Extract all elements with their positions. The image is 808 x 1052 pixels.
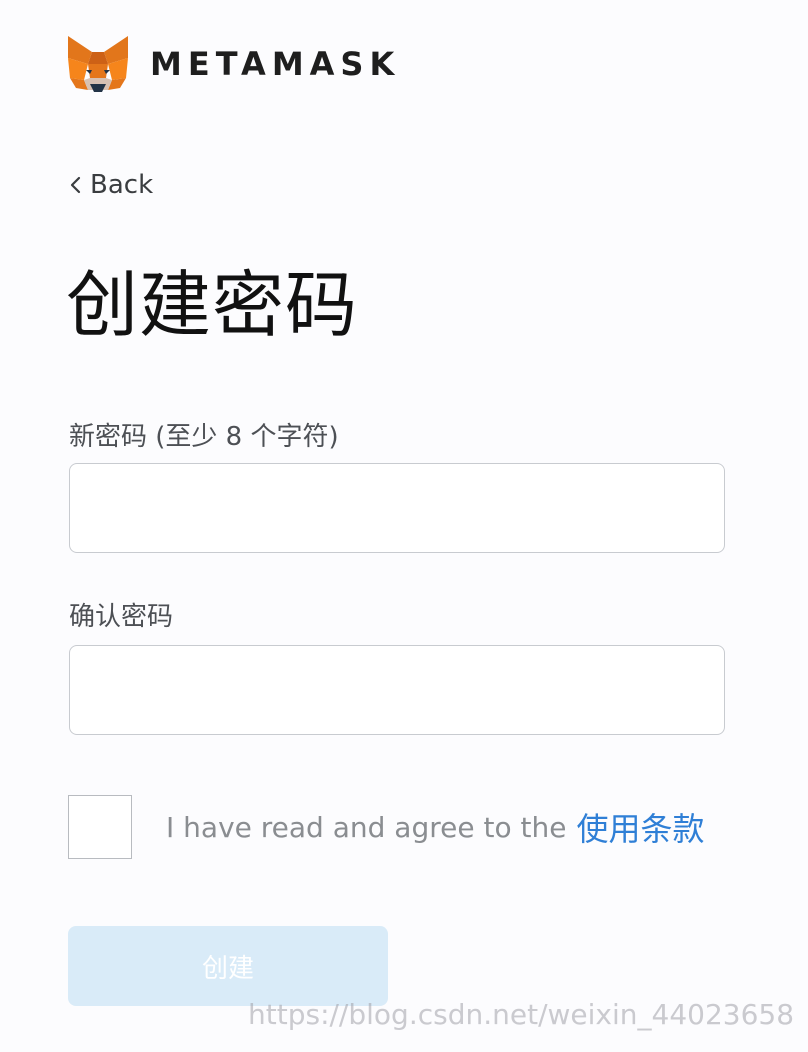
new-password-input[interactable] <box>69 463 725 553</box>
metamask-fox-icon <box>68 36 128 92</box>
terms-checkbox[interactable] <box>68 795 132 859</box>
chevron-left-icon <box>70 176 81 194</box>
terms-of-use-link[interactable]: 使用条款 <box>576 804 704 850</box>
terms-text: I have read and agree to the <box>166 810 567 844</box>
watermark: https://blog.csdn.net/weixin_44023658 <box>248 998 795 1031</box>
create-button[interactable]: 创建 <box>68 926 388 1006</box>
confirm-password-input[interactable] <box>69 645 725 735</box>
page-title: 创建密码 <box>66 263 359 347</box>
new-password-label: 新密码 (至少 8 个字符) <box>69 422 339 452</box>
back-link[interactable]: Back <box>68 170 153 200</box>
brand-wordmark: METAMASK <box>150 45 401 83</box>
metamask-logo: METAMASK <box>66 34 400 94</box>
back-label: Back <box>90 170 154 200</box>
confirm-password-label: 确认密码 <box>69 602 174 632</box>
terms-row: I have read and agree to the 使用条款 <box>68 795 704 859</box>
